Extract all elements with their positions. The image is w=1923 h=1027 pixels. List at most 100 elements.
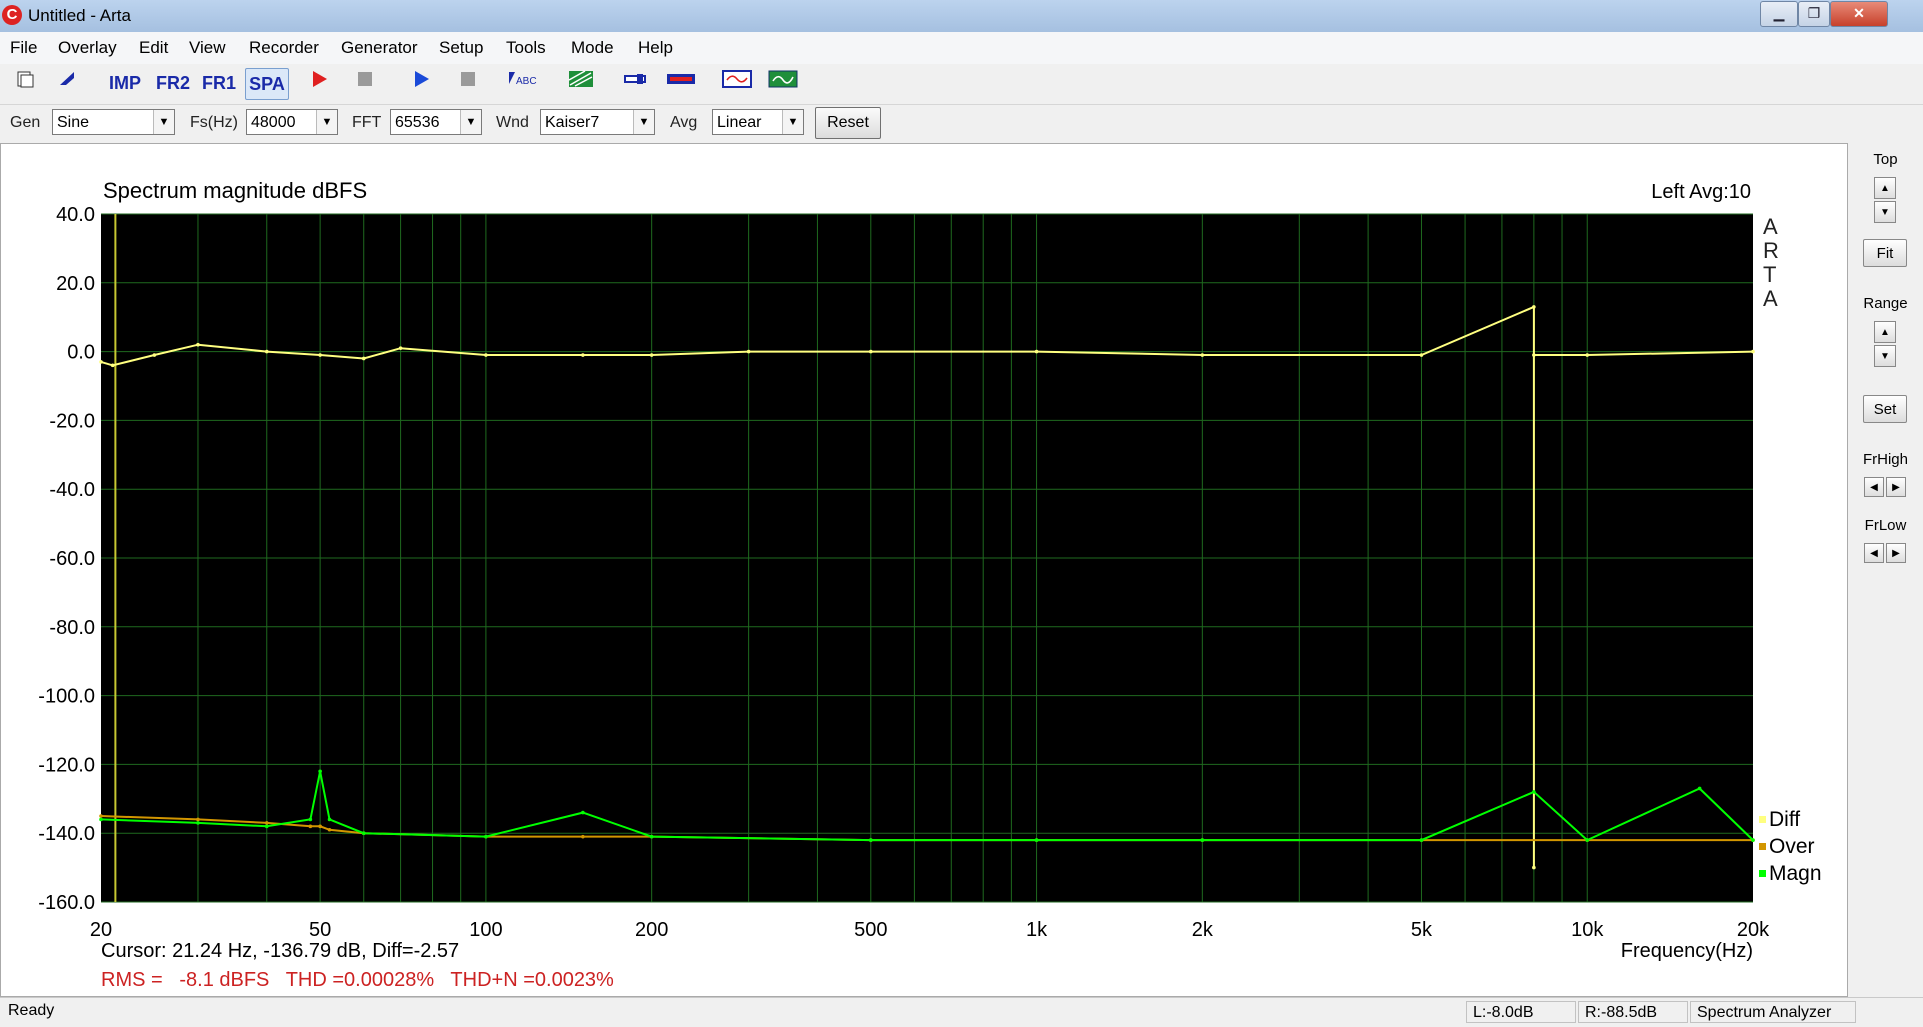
frhigh-right-button[interactable]: ▶ bbox=[1886, 477, 1906, 497]
abc-text-icon[interactable]: ABC bbox=[506, 68, 542, 98]
app-icon: C bbox=[2, 5, 22, 25]
fs-value: 48000 bbox=[251, 114, 296, 131]
data-point bbox=[1585, 838, 1590, 842]
x-tick-label: 5k bbox=[1411, 919, 1433, 941]
data-point bbox=[1532, 790, 1536, 794]
record-icon[interactable] bbox=[306, 68, 332, 98]
oscilloscope-icon[interactable] bbox=[720, 68, 754, 98]
data-point bbox=[196, 821, 200, 825]
avg-label: Avg bbox=[670, 114, 698, 131]
y-tick-label: -120.0 bbox=[38, 754, 95, 776]
menu-tools[interactable]: Tools bbox=[506, 38, 546, 58]
range-label: Range bbox=[1863, 295, 1908, 312]
data-point bbox=[868, 838, 873, 842]
legend-swatch bbox=[1759, 870, 1766, 877]
mode-spa-button[interactable]: SPA bbox=[245, 68, 289, 100]
open-icon[interactable] bbox=[54, 68, 80, 98]
gen-select[interactable]: Sine ▼ bbox=[52, 109, 175, 135]
toolbar: IMP FR2 FR1 SPA ABC bbox=[0, 64, 1923, 105]
stop-play-icon[interactable] bbox=[455, 68, 481, 98]
frlow-label: FrLow bbox=[1864, 517, 1907, 534]
wnd-select[interactable]: Kaiser7 ▼ bbox=[540, 109, 655, 135]
close-button[interactable]: ✕ bbox=[1830, 1, 1888, 27]
fit-button[interactable]: Fit bbox=[1863, 239, 1907, 267]
x-tick-label: 100 bbox=[469, 919, 502, 941]
menu-generator[interactable]: Generator bbox=[341, 38, 418, 58]
channel-info: Left Avg:10 bbox=[1651, 181, 1751, 203]
chevron-down-icon: ▼ bbox=[316, 110, 337, 134]
data-point bbox=[264, 824, 269, 829]
data-point bbox=[1751, 349, 1755, 354]
x-tick-label: 2k bbox=[1192, 919, 1214, 941]
data-point bbox=[308, 824, 313, 829]
y-tick-label: -20.0 bbox=[49, 410, 95, 432]
range-down-button[interactable]: ▼ bbox=[1874, 345, 1896, 367]
set-button[interactable]: Set bbox=[1863, 395, 1907, 423]
probe-icon[interactable] bbox=[620, 68, 650, 98]
mode-fr1-button[interactable]: FR1 bbox=[200, 68, 238, 98]
menu-recorder[interactable]: Recorder bbox=[249, 38, 319, 58]
data-point bbox=[99, 817, 103, 822]
data-point bbox=[1532, 305, 1536, 309]
frhigh-left-button[interactable]: ◀ bbox=[1864, 477, 1884, 497]
mode-imp-button[interactable]: IMP bbox=[106, 68, 144, 98]
minimize-button[interactable]: ▁ bbox=[1760, 1, 1798, 27]
scope-green-icon[interactable] bbox=[766, 68, 800, 98]
avg-select[interactable]: Linear ▼ bbox=[712, 109, 804, 135]
data-point bbox=[196, 342, 200, 347]
meter-icon[interactable] bbox=[666, 68, 696, 98]
gen-value: Sine bbox=[57, 114, 90, 131]
menu-help[interactable]: Help bbox=[638, 38, 673, 58]
data-point bbox=[327, 817, 332, 822]
top-up-button[interactable]: ▲ bbox=[1874, 177, 1896, 199]
data-point bbox=[318, 769, 322, 774]
menu-view[interactable]: View bbox=[189, 38, 226, 58]
data-point bbox=[484, 834, 488, 839]
new-file-icon[interactable] bbox=[12, 68, 38, 98]
x-tick-label: 500 bbox=[854, 919, 887, 941]
data-point bbox=[1200, 353, 1205, 357]
data-point bbox=[361, 831, 366, 835]
y-tick-label: -160.0 bbox=[38, 892, 95, 914]
reset-button[interactable]: Reset bbox=[815, 107, 881, 139]
spectrum-plot[interactable]: Spectrum magnitude dBFS Left Avg:10 40.0… bbox=[1, 144, 1847, 996]
title-bar: C Untitled - Arta ▁ ❐ ✕ bbox=[0, 0, 1923, 32]
y-tick-label: -100.0 bbox=[38, 686, 95, 708]
side-panel: Top ▲ ▼ Fit Range ▲ ▼ Set FrHigh ◀ ▶ FrL… bbox=[1848, 143, 1923, 997]
arta-brand-letter: R bbox=[1763, 238, 1779, 263]
y-tick-label: 0.0 bbox=[67, 342, 95, 364]
fft-select[interactable]: 65536 ▼ bbox=[390, 109, 482, 135]
data-point bbox=[868, 349, 873, 354]
x-tick-label: 10k bbox=[1571, 919, 1604, 941]
data-point bbox=[1034, 349, 1039, 354]
menu-edit[interactable]: Edit bbox=[139, 38, 168, 58]
chevron-down-icon: ▼ bbox=[633, 110, 654, 134]
frlow-left-button[interactable]: ◀ bbox=[1864, 543, 1884, 563]
top-label: Top bbox=[1873, 151, 1898, 168]
range-up-button[interactable]: ▲ bbox=[1874, 321, 1896, 343]
top-down-button[interactable]: ▼ bbox=[1874, 201, 1896, 223]
maximize-button[interactable]: ❐ bbox=[1798, 1, 1830, 27]
cursor-readout: Cursor: 21.24 Hz, -136.79 dB, Diff=-2.57 bbox=[101, 940, 459, 962]
svg-text:ABC: ABC bbox=[516, 76, 537, 87]
menu-file[interactable]: File bbox=[10, 38, 37, 58]
fft-label: FFT bbox=[352, 114, 382, 131]
window-title: Untitled - Arta bbox=[28, 6, 131, 25]
mode-fr2-button[interactable]: FR2 bbox=[154, 68, 192, 98]
chevron-down-icon: ▼ bbox=[782, 110, 803, 134]
stop-record-icon[interactable] bbox=[352, 68, 378, 98]
data-point bbox=[398, 346, 403, 350]
play-icon[interactable] bbox=[408, 68, 434, 98]
data-point bbox=[327, 827, 332, 832]
frlow-right-button[interactable]: ▶ bbox=[1886, 543, 1906, 563]
data-point bbox=[1532, 353, 1536, 357]
menu-overlay[interactable]: Overlay bbox=[58, 38, 117, 58]
menu-setup[interactable]: Setup bbox=[439, 38, 483, 58]
legend-label: Magn bbox=[1769, 862, 1822, 885]
menu-mode[interactable]: Mode bbox=[571, 38, 614, 58]
data-point bbox=[99, 360, 103, 364]
x-tick-label: 1k bbox=[1026, 919, 1048, 941]
grid-icon[interactable] bbox=[566, 68, 596, 98]
fs-select[interactable]: 48000 ▼ bbox=[246, 109, 338, 135]
data-point bbox=[110, 363, 115, 368]
